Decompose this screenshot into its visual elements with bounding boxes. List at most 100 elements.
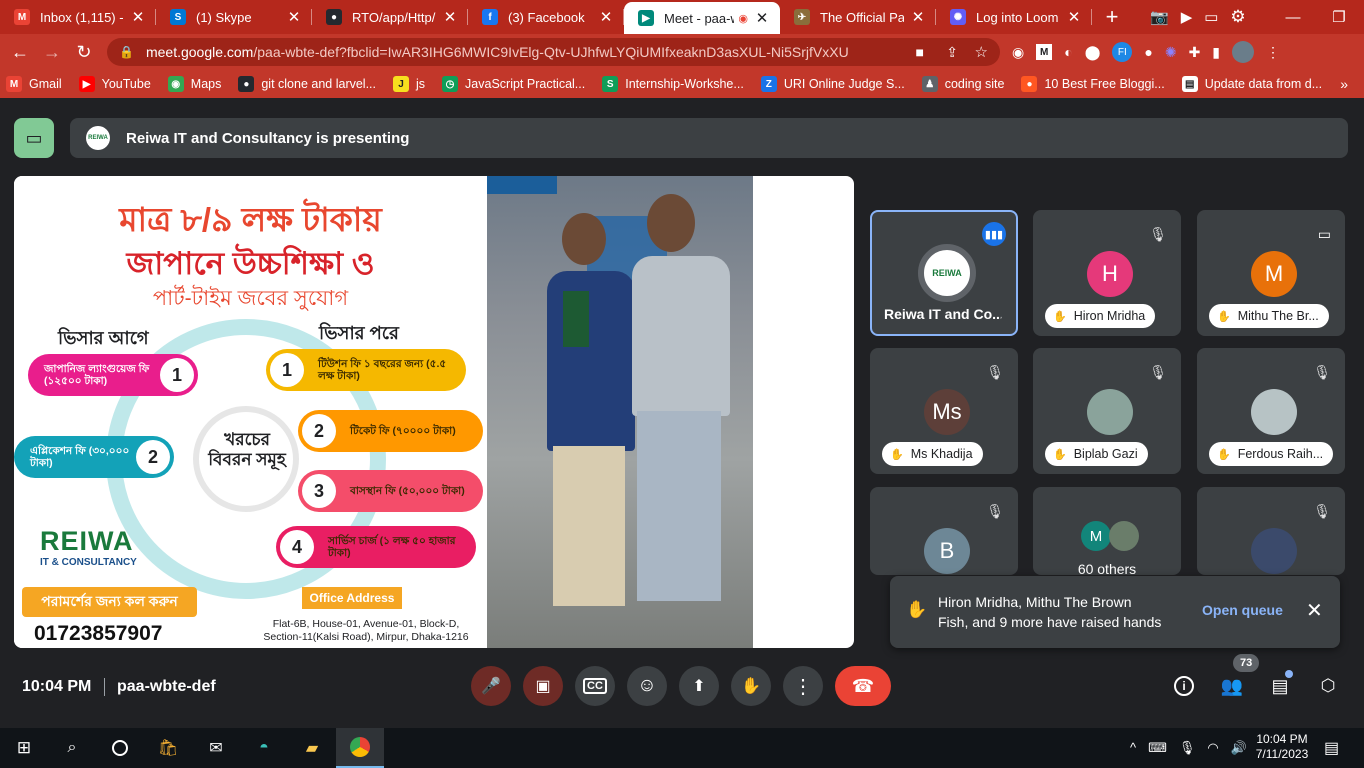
- mail-button[interactable]: ✉: [192, 728, 240, 768]
- fi-ext-icon[interactable]: FI: [1112, 42, 1133, 62]
- camera-icon[interactable]: 📷: [1150, 8, 1169, 26]
- profile-avatar[interactable]: [1232, 41, 1255, 63]
- share-icon[interactable]: ⇪: [946, 44, 958, 61]
- participant-tile[interactable]: H ✋ Hiron Mridha 🎙: [1033, 210, 1181, 336]
- participant-tile[interactable]: Ms ✋ Ms Khadija 🎙: [870, 348, 1018, 474]
- tab-title: Log into Loom | L: [976, 9, 1060, 25]
- tab-meet[interactable]: ▶ Meet - paa-w ◉ ✕: [624, 2, 780, 34]
- present-button[interactable]: ⬆: [679, 666, 719, 706]
- bookmark-item[interactable]: ▤ Update data from d...: [1181, 76, 1322, 92]
- loom-ext-icon[interactable]: ✺: [1165, 44, 1177, 61]
- tab-gmail[interactable]: M Inbox (1,115) - ar ✕: [0, 0, 156, 34]
- close-icon[interactable]: ✕: [130, 8, 146, 26]
- microphone-icon[interactable]: 🎙: [1179, 740, 1196, 756]
- bookmark-item[interactable]: ● 10 Best Free Bloggi...: [1021, 76, 1165, 92]
- bookmark-item[interactable]: ◷ JavaScript Practical...: [442, 76, 585, 92]
- activities-button[interactable]: ⬡: [1308, 666, 1348, 706]
- participant-tile[interactable]: B 🎙: [870, 487, 1018, 575]
- close-icon[interactable]: ✕: [910, 8, 926, 26]
- emoji-button[interactable]: ☺: [627, 666, 667, 706]
- reload-icon[interactable]: ↻: [68, 42, 100, 63]
- side-panel-icon[interactable]: ▮: [1212, 44, 1220, 61]
- participant-tile[interactable]: ✋ Ferdous Raih... 🎙: [1197, 348, 1345, 474]
- participant-tile[interactable]: 🎙: [1197, 487, 1345, 575]
- presentation-icon[interactable]: ▭: [14, 118, 54, 158]
- color-picker-ext-icon[interactable]: ◐: [1064, 44, 1072, 60]
- address-bar[interactable]: 🔒 meet.google.com/paa-wbte-def?fbclid=Iw…: [107, 38, 1000, 66]
- open-queue-button[interactable]: Open queue: [1202, 602, 1283, 618]
- participant-tile[interactable]: M ✋ Mithu The Br... ▭: [1197, 210, 1345, 336]
- camera-off-button[interactable]: ▣: [523, 666, 563, 706]
- participant-tile[interactable]: ✋ Biplab Gazi 🎙: [1033, 348, 1181, 474]
- bookmarks-overflow-icon[interactable]: »: [1340, 76, 1348, 92]
- bookmark-item[interactable]: S Internship-Workshe...: [602, 76, 744, 92]
- bookmark-item[interactable]: Z URI Online Judge S...: [760, 76, 905, 92]
- clock[interactable]: 10:04 PM 7/11/2023: [1252, 732, 1312, 762]
- tab-list: M Inbox (1,115) - ar ✕ S (1) Skype ✕ ● RTO/app/…: [0, 0, 1092, 34]
- close-icon[interactable]: ✕: [286, 8, 302, 26]
- tab-passport[interactable]: ✈ The Official Passp ✕: [780, 0, 936, 34]
- notification-center-icon[interactable]: ▤: [1324, 738, 1339, 758]
- close-icon[interactable]: ✕: [1066, 8, 1082, 26]
- bookmark-item[interactable]: M Gmail: [6, 76, 62, 92]
- tray-overflow-icon[interactable]: ^: [1130, 740, 1136, 756]
- volume-icon[interactable]: 🔊: [1231, 740, 1247, 756]
- cortana-button[interactable]: [96, 728, 144, 768]
- wifi-icon[interactable]: ◠: [1207, 740, 1218, 756]
- search-button[interactable]: ⌕: [48, 728, 96, 768]
- photo-passport: [563, 291, 589, 347]
- minimize-icon[interactable]: —: [1270, 9, 1316, 26]
- location-ext-icon[interactable]: ⬤: [1085, 44, 1101, 61]
- keyboard-icon[interactable]: ⌨: [1148, 740, 1167, 756]
- explorer-button[interactable]: ▰: [288, 728, 336, 768]
- participant-photo-avatar: [1087, 389, 1133, 435]
- bookmark-item[interactable]: ◉ Maps: [167, 76, 221, 92]
- window-icon[interactable]: ▭: [1204, 8, 1218, 26]
- bookmark-item[interactable]: ♟ coding site: [921, 76, 1005, 92]
- participant-tile[interactable]: M 60 others: [1033, 487, 1181, 577]
- meeting-code: paa-wbte-def: [117, 678, 216, 695]
- people-count-badge: 73: [1233, 654, 1260, 672]
- tab-skype[interactable]: S (1) Skype ✕: [156, 0, 312, 34]
- start-button[interactable]: ⊞: [0, 728, 48, 768]
- bookmark-star-icon[interactable]: ☆: [975, 43, 988, 61]
- bookmark-item[interactable]: ▶ YouTube: [78, 76, 151, 92]
- participant-tile[interactable]: REIWA Reiwa IT and Co... ▮▮▮: [870, 210, 1018, 336]
- store-button[interactable]: 🛍: [144, 728, 192, 768]
- mic-off-button[interactable]: 🎤: [471, 666, 511, 706]
- badge-ext-icon[interactable]: ●: [1144, 44, 1152, 60]
- close-icon[interactable]: ✕: [598, 8, 614, 26]
- tab-facebook[interactable]: f (3) Facebook ✕: [468, 0, 624, 34]
- raise-hand-button[interactable]: ✋: [731, 666, 771, 706]
- bookmark-item[interactable]: ● git clone and larvel...: [238, 76, 376, 92]
- m-ext-icon[interactable]: M: [1036, 44, 1053, 60]
- puzzle-icon[interactable]: ✚: [1189, 44, 1201, 61]
- bookmark-item[interactable]: Jjs: [393, 76, 425, 92]
- close-icon[interactable]: ✕: [1306, 598, 1323, 623]
- edge-button[interactable]: ◓: [240, 728, 288, 768]
- lock-icon[interactable]: 🔒: [119, 45, 134, 59]
- captions-button[interactable]: CC: [575, 666, 615, 706]
- cost-item-text: জাপানিজ ল্যাংগুয়েজ ফি (১২৫০০ টাকা): [44, 363, 150, 387]
- close-icon[interactable]: ✕: [754, 9, 770, 27]
- more-options-button[interactable]: ⋮: [783, 666, 823, 706]
- restore-icon[interactable]: ❐: [1316, 8, 1362, 26]
- tab-loom[interactable]: ✺ Log into Loom | L ✕: [936, 0, 1092, 34]
- new-tab-button[interactable]: +: [1098, 4, 1126, 30]
- bookmark-label: coding site: [944, 77, 1005, 91]
- forward-icon[interactable]: →: [36, 42, 68, 63]
- leave-call-button[interactable]: ☎: [835, 666, 891, 706]
- back-icon[interactable]: ←: [4, 42, 36, 63]
- tab-github[interactable]: ● RTO/app/Http/Co ✕: [312, 0, 468, 34]
- camera-blocked-icon[interactable]: ■: [916, 44, 924, 60]
- video-icon[interactable]: ▶: [1181, 8, 1193, 26]
- call-label: পরামর্শের জন্য কল করুন: [22, 587, 197, 617]
- close-icon[interactable]: ✕: [442, 8, 458, 26]
- chrome-button[interactable]: [336, 728, 384, 768]
- screenshot-ext-icon[interactable]: ◉: [1012, 44, 1024, 61]
- gear-icon[interactable]: ⚙: [1230, 7, 1245, 27]
- menu-kebab-icon[interactable]: ⋮: [1266, 44, 1280, 61]
- chat-button[interactable]: ▤: [1260, 666, 1300, 706]
- people-button[interactable]: 👥: [1212, 666, 1252, 706]
- meeting-details-button[interactable]: i: [1164, 666, 1204, 706]
